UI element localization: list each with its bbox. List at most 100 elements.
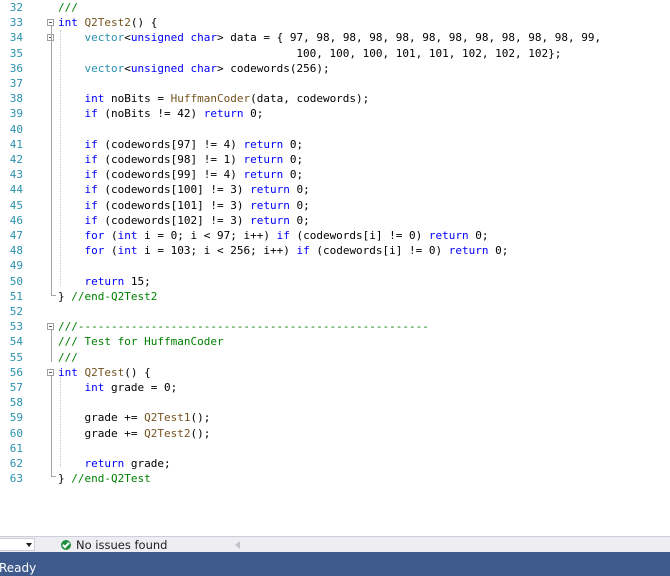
code-line[interactable]: 55 /// <box>0 350 670 365</box>
line-number: 35 <box>9 46 23 60</box>
line-number: 42 <box>9 153 23 166</box>
line-number: 37 <box>9 77 23 90</box>
code-line[interactable]: 47 for (int i = 0; i < 97; i++) if (code… <box>0 228 670 243</box>
code-text: for (int i = 103; i < 256; i++) if (code… <box>84 244 509 258</box>
scope-end-tick-q2test2 <box>51 295 56 296</box>
code-text: if (noBits != 42) return 0; <box>84 107 264 121</box>
code-text: grade += Q2Test1(); <box>58 411 211 425</box>
code-line[interactable]: 41 if (codewords[97] != 4) return 0; <box>0 137 670 152</box>
status-bar: Ready <box>0 552 670 576</box>
code-text: if (codewords[101] != 3) return 0; <box>84 198 310 212</box>
line-number: 32 <box>9 1 23 14</box>
line-number: 46 <box>9 213 23 227</box>
line-number: 40 <box>9 122 23 136</box>
code-line[interactable]: 50 return 15; <box>0 274 670 289</box>
code-text: int noBits = HuffmanCoder(data, codeword… <box>84 92 370 106</box>
scope-guide-q2test <box>51 376 52 477</box>
code-line[interactable]: 34 vector<unsigned char> data = { 97, 98… <box>0 30 670 45</box>
line-number: 56 <box>9 365 23 379</box>
scope-end-tick-q2test <box>51 476 56 477</box>
line-number: 54 <box>9 335 23 349</box>
code-text: int Q2Test2() { <box>58 16 158 30</box>
code-line[interactable]: 45 if (codewords[101] != 3) return 0; <box>0 198 670 213</box>
code-line[interactable]: 60 grade += Q2Test2(); <box>0 426 670 441</box>
indent-guide-q2test <box>60 377 61 467</box>
code-text: } //end-Q2Test <box>58 472 151 486</box>
code-text: if (codewords[102] != 3) return 0; <box>84 213 310 227</box>
code-text: vector<unsigned char> codewords(256); <box>84 61 330 75</box>
line-number: 47 <box>9 229 23 242</box>
code-text: ///-------------------------------------… <box>58 320 429 334</box>
code-line[interactable]: 44 if (codewords[100] != 3) return 0; <box>0 182 670 197</box>
code-line[interactable]: 58 <box>0 395 670 410</box>
scope-guide-q2test2 <box>51 26 52 296</box>
code-line[interactable]: 36 vector<unsigned char> codewords(256); <box>0 61 670 76</box>
line-number: 41 <box>9 137 23 151</box>
line-number: 58 <box>9 396 23 410</box>
code-line[interactable]: 46 if (codewords[102] != 3) return 0; <box>0 213 670 228</box>
code-text: int Q2Test() { <box>58 365 151 379</box>
collapse-icon[interactable] <box>47 368 54 376</box>
check-circle-icon[interactable] <box>61 540 71 550</box>
line-number: 59 <box>9 411 23 425</box>
code-text: if (codewords[97] != 4) return 0; <box>84 137 304 151</box>
code-line[interactable]: 33 int Q2Test2() { <box>0 15 670 30</box>
line-number: 53 <box>9 320 23 334</box>
line-number: 34 <box>9 31 23 45</box>
line-number: 39 <box>9 107 23 121</box>
code-editor[interactable]: 32///33 int Q2Test2() {34 vector<unsigned… <box>0 0 670 536</box>
code-line[interactable]: 59 grade += Q2Test1(); <box>0 410 670 425</box>
code-line[interactable]: 49 <box>0 258 670 273</box>
code-text: 100, 100, 100, 101, 101, 102, 102, 102}; <box>58 46 562 60</box>
scope-guide-comment <box>51 330 52 362</box>
code-line[interactable]: 61 <box>0 441 670 456</box>
code-line[interactable]: 40 <box>0 122 670 137</box>
code-text: /// <box>58 350 78 364</box>
code-line[interactable]: 56 int Q2Test() { <box>0 365 670 380</box>
scroll-left-arrow-icon[interactable] <box>235 541 240 549</box>
code-line[interactable]: 53 ///-----------------------------------… <box>0 319 670 334</box>
zoom-dropdown[interactable] <box>0 538 35 551</box>
line-number: 55 <box>9 350 23 364</box>
code-line[interactable]: 54 /// Test for HuffmanCoder <box>0 334 670 349</box>
line-number: 44 <box>9 183 23 197</box>
code-text: return grade; <box>84 457 171 470</box>
code-text: int grade = 0; <box>84 381 178 394</box>
code-line[interactable]: 32 /// <box>0 0 670 15</box>
line-number: 62 <box>9 457 23 470</box>
line-number: 61 <box>9 441 23 455</box>
code-text: /// <box>58 1 78 14</box>
code-line[interactable]: 38 int noBits = HuffmanCoder(data, codew… <box>0 91 670 106</box>
line-number: 38 <box>9 92 23 106</box>
line-number: 52 <box>9 305 23 318</box>
line-number: 36 <box>9 61 23 75</box>
code-line[interactable]: 48 for (int i = 103; i < 256; i++) if (c… <box>0 243 670 258</box>
status-text: Ready <box>0 561 37 575</box>
line-number: 48 <box>9 244 23 258</box>
code-text: grade += Q2Test2(); <box>58 426 211 440</box>
code-text: } //end-Q2Test2 <box>58 289 158 303</box>
code-text: return 15; <box>84 274 151 288</box>
code-line[interactable]: 42 if (codewords[98] != 1) return 0; <box>0 152 670 167</box>
line-number: 63 <box>9 472 23 486</box>
line-number: 50 <box>9 274 23 288</box>
line-number: 33 <box>9 16 23 30</box>
code-line[interactable]: 39 if (noBits != 42) return 0; <box>0 106 670 121</box>
code-line[interactable]: 52 <box>0 304 670 319</box>
line-number: 57 <box>9 381 23 394</box>
chevron-down-icon <box>26 543 32 547</box>
code-text: if (codewords[100] != 3) return 0; <box>84 183 310 197</box>
issues-status[interactable]: No issues found <box>76 538 167 552</box>
line-number: 45 <box>9 198 23 212</box>
code-line[interactable]: 63 } //end-Q2Test <box>0 471 670 486</box>
code-line[interactable]: 62 return grade; <box>0 456 670 471</box>
code-line[interactable]: 35 100, 100, 100, 101, 101, 102, 102, 10… <box>0 46 670 61</box>
code-line[interactable]: 37 <box>0 76 670 91</box>
indent-guide-q2test2 <box>60 30 61 286</box>
code-line[interactable]: 57 int grade = 0; <box>0 380 670 395</box>
code-line[interactable]: 51} //end-Q2Test2 <box>0 289 670 304</box>
code-line[interactable]: 43 if (codewords[99] != 4) return 0; <box>0 167 670 182</box>
code-text: if (codewords[98] != 1) return 0; <box>84 153 304 166</box>
editor-status-strip: No issues found <box>0 536 670 553</box>
code-text: if (codewords[99] != 4) return 0; <box>84 168 304 182</box>
